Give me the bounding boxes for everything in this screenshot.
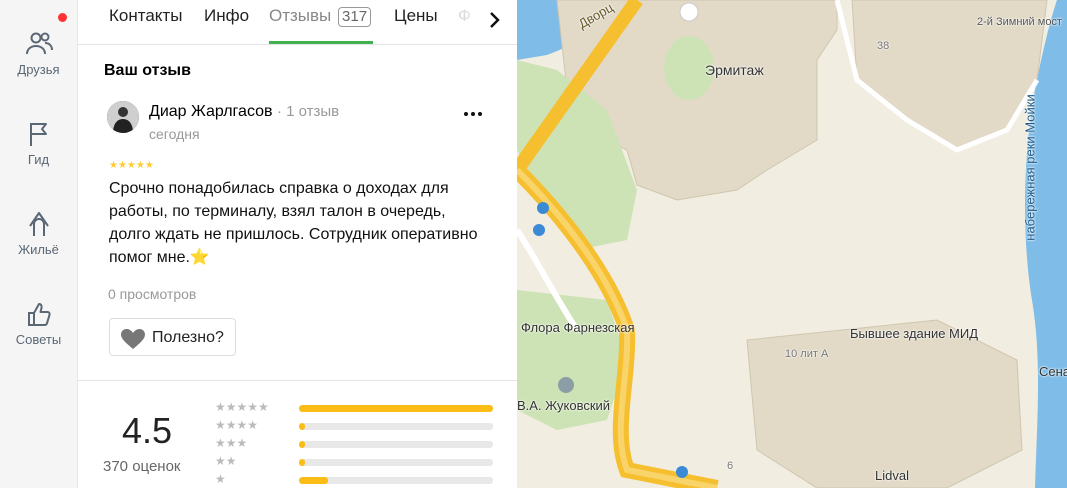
- star-emoji: ⭐: [189, 249, 210, 266]
- ratings-count: 370 оценок: [103, 458, 181, 475]
- histogram-bar-fill: [299, 477, 329, 484]
- tab-contacts[interactable]: Контакты: [109, 6, 182, 26]
- rail-item-label: Жильё: [18, 242, 59, 257]
- reviews-count-badge: 317: [338, 7, 372, 27]
- rail-item-guide[interactable]: Гид: [0, 120, 77, 167]
- histogram-stars: ★★★★: [215, 418, 259, 432]
- heart-icon: [121, 329, 145, 349]
- map-label-hermitage[interactable]: Эрмитаж: [705, 62, 764, 78]
- histogram-bar: [299, 459, 493, 466]
- tab-info[interactable]: Инфо: [204, 6, 249, 26]
- useful-label: Полезно?: [152, 329, 224, 346]
- map-label-sena: Сена: [1039, 364, 1067, 379]
- left-rail: Друзья Гид Жильё Советы: [0, 0, 78, 488]
- author-name[interactable]: Диар Жарлгасов: [149, 103, 273, 120]
- review-text: Срочно понадобилась справка о доходах дл…: [109, 177, 489, 269]
- avatar[interactable]: [107, 101, 139, 133]
- tab-prices[interactable]: Цены: [394, 6, 438, 26]
- map-label-house: 10 лит А: [785, 348, 829, 360]
- map-label-num38: 38: [877, 40, 890, 52]
- map-label-num6: 6: [727, 460, 734, 472]
- histogram-bar: [299, 405, 493, 412]
- histogram-bar-fill: [299, 423, 305, 430]
- tab-reviews[interactable]: Отзывы 317: [269, 6, 372, 27]
- user-photo-icon: [107, 101, 139, 133]
- histogram-bar: [299, 423, 493, 430]
- author-review-count: · 1 отзыв: [276, 103, 340, 120]
- org-panel: Контакты Инфо Отзывы 317 Цены Ф Ваш отзы…: [78, 0, 517, 488]
- rail-item-label: Советы: [15, 332, 62, 347]
- tabs-next-button[interactable]: [482, 6, 510, 34]
- map-canvas[interactable]: [517, 0, 1067, 488]
- rail-item-label: Друзья: [17, 62, 60, 77]
- thumbs-up-icon: [27, 303, 51, 326]
- map[interactable]: Эрмитаж Дворц Флора Фарнезская В.А. Жуко…: [517, 0, 1067, 488]
- useful-button[interactable]: Полезно?: [109, 318, 236, 356]
- tab-label: Контакты: [109, 6, 183, 25]
- rail-item-tips[interactable]: Советы: [0, 300, 77, 347]
- review-author: Диар Жарлгасов · 1 отзыв: [149, 103, 339, 121]
- review-date: сегодня: [149, 126, 200, 142]
- rail-item-housing[interactable]: Жильё: [0, 210, 77, 257]
- map-label-zhukovsky[interactable]: В.А. Жуковский: [517, 398, 610, 413]
- rail-item-label: Гид: [27, 152, 50, 167]
- review-views: 0 просмотров: [108, 286, 197, 302]
- map-label-lidval[interactable]: Lidval: [875, 468, 909, 483]
- section-divider: [78, 380, 517, 381]
- active-tab-underline: [269, 41, 373, 44]
- histogram-bar: [299, 477, 493, 484]
- notification-dot: [58, 13, 67, 22]
- more-options-button[interactable]: [461, 104, 487, 124]
- map-label-moika: набережная реки Мойки: [1022, 94, 1038, 241]
- tab-label: Отзывы: [269, 6, 332, 25]
- rail-item-friends[interactable]: Друзья: [0, 30, 77, 77]
- more-dots-icon: [464, 112, 482, 116]
- flag-icon: [29, 123, 47, 146]
- map-label-mid[interactable]: Бывшее здание МИД: [850, 326, 978, 341]
- histogram-stars: ★: [215, 472, 226, 486]
- chevron-right-icon: [490, 12, 500, 28]
- map-label-bridge: 2-й Зимний мост: [977, 16, 1062, 28]
- map-label-flora[interactable]: Флора Фарнезская: [521, 320, 635, 335]
- average-rating: 4.5: [122, 410, 173, 451]
- my-review-title: Ваш отзыв: [104, 62, 191, 79]
- histogram-bar-fill: [299, 405, 493, 412]
- review-stars: ★★★★★: [109, 160, 154, 171]
- housing-icon: [28, 212, 49, 236]
- tab-label: Цены: [394, 6, 438, 25]
- histogram-bar-fill: [299, 441, 305, 448]
- review-body: Срочно понадобилась справка о доходах дл…: [109, 180, 478, 266]
- friends-icon: [25, 32, 53, 55]
- histogram-bar: [299, 441, 493, 448]
- histogram-stars: ★★★★★: [215, 400, 269, 414]
- histogram-stars: ★★: [215, 454, 237, 468]
- tab-label: Инфо: [204, 6, 250, 25]
- tab-bar: Контакты Инфо Отзывы 317 Цены Ф: [78, 0, 517, 45]
- histogram-bar-fill: [299, 459, 305, 466]
- histogram-stars: ★★★: [215, 436, 248, 450]
